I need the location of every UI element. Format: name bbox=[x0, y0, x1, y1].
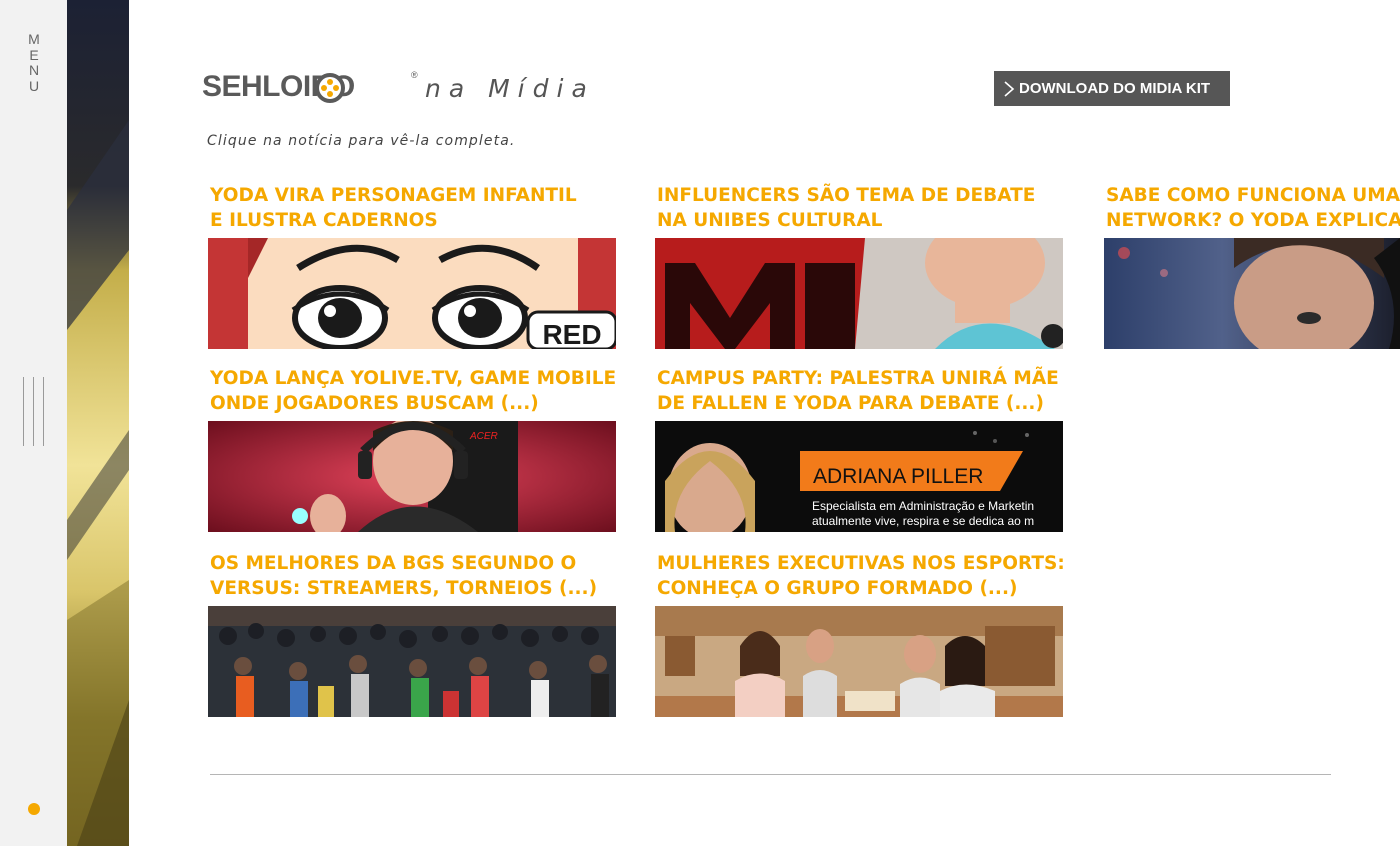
news-title-line: MULHERES EXECUTIVAS NOS ESPORTS: bbox=[657, 553, 1065, 574]
news-title-line: NETWORK? O YODA EXPLICA bbox=[1106, 210, 1400, 231]
news-title[interactable]: YODA LANÇA YOLIVE.TV, GAME MOBILE ONDE J… bbox=[210, 366, 616, 416]
news-title-line: DE FALLEN E YODA PARA DEBATE (...) bbox=[657, 393, 1044, 414]
news-thumbnail[interactable]: RED bbox=[208, 238, 616, 349]
news-title[interactable]: YODA VIRA PERSONAGEM INFANTIL E ILUSTRA … bbox=[210, 183, 616, 233]
brand-logo[interactable]: SEHLOIRO ® bbox=[202, 70, 432, 104]
news-thumbnail[interactable] bbox=[208, 606, 616, 717]
game-controller-icon bbox=[315, 73, 345, 103]
news-title-line: CAMPUS PARTY: PALESTRA UNIRÁ MÃE bbox=[657, 368, 1059, 389]
news-title-line: YODA LANÇA YOLIVE.TV, GAME MOBILE bbox=[210, 368, 617, 389]
footer-divider bbox=[210, 774, 1331, 775]
menu-letter: M bbox=[28, 31, 40, 47]
menu-letter: E bbox=[29, 46, 39, 63]
news-title-line: ONDE JOGADORES BUSCAM (...) bbox=[210, 393, 539, 414]
news-title-line: OS MELHORES DA BGS SEGUNDO O bbox=[210, 553, 577, 574]
news-thumbnail[interactable]: ACER bbox=[208, 421, 616, 532]
news-thumbnail[interactable] bbox=[1104, 238, 1400, 349]
news-title[interactable]: MULHERES EXECUTIVAS NOS ESPORTS: CONHEÇA… bbox=[657, 551, 1065, 601]
page-title: na Mídia bbox=[425, 74, 595, 103]
thumbnail-text: ACER bbox=[469, 431, 498, 442]
slide-indicator-dot[interactable] bbox=[28, 803, 40, 815]
chevron-right-icon bbox=[1004, 81, 1015, 97]
thumbnail-text: RED bbox=[542, 319, 601, 349]
instruction-text: Clique na notícia para vê-la completa. bbox=[207, 133, 516, 149]
download-media-kit-button[interactable]: DOWNLOAD DO MIDIA KIT bbox=[994, 71, 1230, 106]
thumbnail-text: atualmente vive, respira e se dedica ao … bbox=[812, 514, 1034, 528]
news-title-line: YODA VIRA PERSONAGEM INFANTIL bbox=[210, 185, 577, 206]
news-title[interactable]: INFLUENCERS SÃO TEMA DE DEBATE NA UNIBES… bbox=[657, 183, 1063, 233]
menu-button[interactable]: M E N U bbox=[28, 31, 40, 94]
menu-rail: M E N U bbox=[0, 0, 67, 846]
news-thumbnail[interactable] bbox=[655, 238, 1063, 349]
news-title-line: CONHEÇA O GRUPO FORMADO (...) bbox=[657, 578, 1018, 599]
news-title[interactable]: CAMPUS PARTY: PALESTRA UNIRÁ MÃE DE FALL… bbox=[657, 366, 1063, 416]
menu-letter: N bbox=[28, 62, 40, 78]
news-thumbnail[interactable] bbox=[655, 606, 1063, 717]
news-title[interactable]: OS MELHORES DA BGS SEGUNDO O VERSUS: STR… bbox=[210, 551, 616, 601]
news-title-line: SABE COMO FUNCIONA UMA bbox=[1106, 185, 1400, 206]
news-title-line: E ILUSTRA CADERNOS bbox=[210, 210, 438, 231]
thumbnail-text: ADRIANA PILLER bbox=[813, 465, 983, 488]
news-title-line: VERSUS: STREAMERS, TORNEIOS (...) bbox=[210, 578, 598, 599]
news-title[interactable]: SABE COMO FUNCIONA UMA NETWORK? O YODA E… bbox=[1106, 183, 1400, 233]
menu-letter: U bbox=[28, 77, 40, 94]
news-thumbnail[interactable]: ADRIANA PILLER Especialista em Administr… bbox=[655, 421, 1063, 532]
download-button-label: DOWNLOAD DO MIDIA KIT bbox=[1019, 80, 1211, 97]
thumbnail-text: Especialista em Administração e Marketin bbox=[812, 499, 1034, 513]
decorative-side-image bbox=[67, 0, 129, 846]
news-title-line: INFLUENCERS SÃO TEMA DE DEBATE bbox=[657, 185, 1036, 206]
slide-nav-lines[interactable] bbox=[23, 377, 45, 446]
news-title-line: NA UNIBES CULTURAL bbox=[657, 210, 883, 231]
registered-mark: ® bbox=[411, 70, 418, 80]
